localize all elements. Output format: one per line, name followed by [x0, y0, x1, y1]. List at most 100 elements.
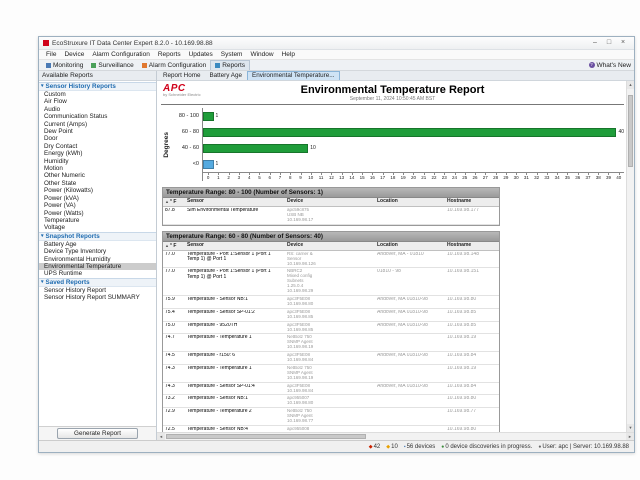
perspective-tab-monitoring[interactable]: Monitoring	[42, 60, 87, 70]
report-tab-environmental-temperature[interactable]: Environmental Temperature...	[247, 71, 339, 80]
menu-system[interactable]: System	[217, 50, 247, 60]
cell-location	[375, 335, 445, 350]
vertical-scroll-thumb[interactable]	[628, 95, 633, 167]
cell-temperature: 74.5	[163, 353, 185, 363]
tree-item-dew-point[interactable]: Dew Point	[39, 128, 156, 135]
x-tick-label: 11	[316, 173, 326, 181]
column-header-sensor[interactable]: Sensor	[185, 242, 285, 250]
column-header-f[interactable]: ▲° F	[163, 242, 185, 250]
tree-item-door[interactable]: Door	[39, 135, 156, 142]
cell-device: apc3F5E0810.169.98.80	[285, 297, 375, 307]
user-status[interactable]: ●User: apc | Server: 10.169.98.88	[538, 444, 629, 450]
column-header-sensor[interactable]: Sensor	[185, 198, 285, 206]
scroll-right-icon[interactable]: ►	[626, 433, 634, 440]
tree-section-snapshot-reports[interactable]: ▾Snapshot Reports	[39, 232, 156, 241]
perspective-tab-surveillance[interactable]: Surveillance	[87, 60, 137, 70]
tree-item-power-watts[interactable]: Power (Watts)	[39, 210, 156, 217]
scroll-up-icon[interactable]: ▲	[627, 81, 634, 89]
vertical-scrollbar[interactable]: ▲ ▼	[626, 81, 634, 432]
close-icon[interactable]: ×	[616, 37, 630, 49]
x-tick-label: 30	[511, 173, 521, 181]
tree-item-power-kilowatts[interactable]: Power (Kilowatts)	[39, 187, 156, 194]
menu-alarm-configuration[interactable]: Alarm Configuration	[88, 50, 153, 60]
cell-location	[375, 366, 445, 381]
tree-section-sensor-history-reports[interactable]: ▾Sensor History Reports	[39, 82, 156, 91]
column-header-location[interactable]: Location	[375, 198, 445, 206]
tree-item-sensor-history-report-summary[interactable]: Sensor History Report SUMMARY	[39, 294, 156, 301]
table-title: Temperature Range: 80 - 100 (Number of S…	[163, 188, 499, 198]
discovery-status[interactable]: ●0 device discoveries in progress.	[441, 444, 532, 450]
menu-device[interactable]: Device	[60, 50, 88, 60]
x-tick-label: 8	[285, 173, 295, 181]
perspective-tab-alarm-configuration[interactable]: Alarm Configuration	[138, 60, 210, 70]
user-icon: ●	[538, 444, 541, 450]
perspective-tab-reports[interactable]: Reports	[210, 60, 250, 70]
maximize-icon[interactable]: □	[602, 37, 616, 49]
tree-item-dry-contact[interactable]: Dry Contact	[39, 143, 156, 150]
tree-item-energy-kwh[interactable]: Energy (kWh)	[39, 150, 156, 157]
reports-icon	[215, 63, 220, 68]
x-tick-label: 31	[521, 173, 531, 181]
menu-file[interactable]: File	[42, 50, 60, 60]
tree-item-humidity[interactable]: Humidity	[39, 158, 156, 165]
table-row: 73.2Temperature - Sensor NB:1apc95500710…	[163, 395, 499, 408]
tree-item-audio[interactable]: Audio	[39, 106, 156, 113]
menu-help[interactable]: Help	[278, 50, 299, 60]
critical-alarm-status[interactable]: ◆42	[369, 444, 381, 450]
whats-new-link[interactable]: ? What's New	[589, 62, 631, 69]
perspective-tab-label: Surveillance	[98, 62, 133, 69]
tree-item-communication-status[interactable]: Communication Status	[39, 113, 156, 120]
column-header-location[interactable]: Location	[375, 242, 445, 250]
cell-temperature: 75.0	[163, 323, 185, 333]
x-tick-label: 27	[480, 173, 490, 181]
tree-item-environmental-temperature[interactable]: Environmental Temperature	[39, 263, 156, 270]
cell-location: Andover, MA 01810-98	[375, 384, 445, 394]
tree-item-environmental-humidity[interactable]: Environmental Humidity	[39, 256, 156, 263]
tree-item-air-flow[interactable]: Air Flow	[39, 98, 156, 105]
cell-hostname: 10.169.98.77	[445, 409, 499, 424]
tree-item-temperature[interactable]: Temperature	[39, 217, 156, 224]
cell-temperature: 75.4	[163, 310, 185, 320]
devices-status[interactable]: ▪56 devices	[404, 444, 435, 450]
chart-bar-value-label: 40	[618, 129, 624, 135]
column-header-hostname[interactable]: Hostname	[445, 242, 499, 250]
tree-section-saved-reports[interactable]: ▾Saved Reports	[39, 278, 156, 287]
report-main: Report HomeBattery AgeEnvironmental Temp…	[157, 71, 634, 440]
report-tab-battery-age[interactable]: Battery Age	[205, 72, 246, 80]
tree-item-power-kva[interactable]: Power (kVA)	[39, 195, 156, 202]
minimize-icon[interactable]: –	[588, 37, 602, 49]
app-window: EcoStruxure IT Data Center Expert 8.2.0 …	[38, 36, 635, 453]
scroll-down-icon[interactable]: ▼	[627, 424, 634, 432]
report-tab-report-home[interactable]: Report Home	[159, 72, 204, 80]
column-header-f[interactable]: ▲° F	[163, 198, 185, 206]
x-tick-label: 29	[501, 173, 511, 181]
tree-item-power-va[interactable]: Power (VA)	[39, 202, 156, 209]
column-header-device[interactable]: Device	[285, 198, 375, 206]
title-bar: EcoStruxure IT Data Center Expert 8.2.0 …	[39, 37, 634, 50]
generate-report-button[interactable]: Generate Report	[57, 428, 138, 439]
warning-alarm-status[interactable]: ◆10	[386, 444, 398, 450]
tree-item-motion[interactable]: Motion	[39, 165, 156, 172]
tree-item-other-numeric[interactable]: Other Numeric	[39, 172, 156, 179]
menu-reports[interactable]: Reports	[154, 50, 185, 60]
tree-item-ups-runtime[interactable]: UPS Runtime	[39, 270, 156, 277]
tree-item-custom[interactable]: Custom	[39, 91, 156, 98]
app-icon	[43, 40, 49, 46]
x-tick-label: 17	[378, 173, 388, 181]
tree-item-current-amps[interactable]: Current (Amps)	[39, 121, 156, 128]
status-text: 42	[374, 444, 381, 450]
column-header-hostname[interactable]: Hostname	[445, 198, 499, 206]
menu-updates[interactable]: Updates	[185, 50, 217, 60]
column-header-device[interactable]: Device	[285, 242, 375, 250]
tree-item-voltage[interactable]: Voltage	[39, 224, 156, 231]
cell-location: Andover, MA 01810-98	[375, 310, 445, 320]
horizontal-scrollbar[interactable]: ◄ ►	[157, 432, 634, 440]
menu-window[interactable]: Window	[246, 50, 277, 60]
tree-item-sensor-history-report[interactable]: Sensor History Report	[39, 287, 156, 294]
tree-item-other-state[interactable]: Other State	[39, 180, 156, 187]
cell-temperature: 74.3	[163, 384, 185, 394]
scroll-left-icon[interactable]: ◄	[157, 433, 165, 440]
horizontal-scroll-thumb[interactable]	[166, 434, 366, 439]
tree-item-device-type-inventory[interactable]: Device Type Inventory	[39, 248, 156, 255]
tree-item-battery-age[interactable]: Battery Age	[39, 241, 156, 248]
